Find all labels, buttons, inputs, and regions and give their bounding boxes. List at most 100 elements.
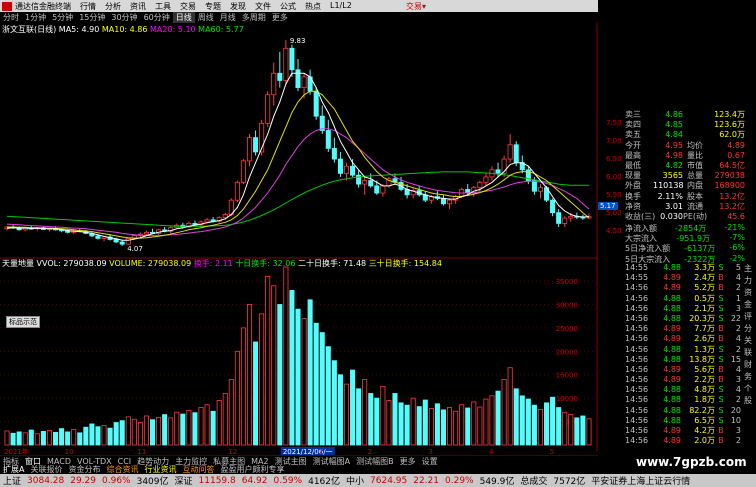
volume-bar[interactable] [180,413,186,446]
volume-bar[interactable] [253,341,259,446]
volume-bar[interactable] [574,417,580,446]
candle-body[interactable] [283,47,289,81]
volume-bar[interactable] [198,407,204,446]
volume-bar[interactable] [95,426,101,446]
volume-bar[interactable] [307,299,313,446]
right-tab-8[interactable]: 财 [740,359,756,371]
extension-tab-2[interactable]: 资金分布 [65,465,103,474]
tick-row[interactable]: 14:56 4.89 5.6万 B 4 [625,365,743,375]
tick-row[interactable]: 14:56 4.89 5.2万 B 2 [625,283,743,293]
volume-bar[interactable] [525,398,531,446]
volume-bar[interactable] [259,313,265,446]
volume-bar[interactable] [113,422,119,446]
volume-bar[interactable] [295,308,301,446]
volume-bar[interactable] [440,409,447,446]
candle-body[interactable] [537,187,543,192]
volume-bar[interactable] [59,428,65,446]
volume-bar[interactable] [16,431,22,446]
volume-bar[interactable] [537,408,543,446]
candle-body[interactable] [562,217,568,224]
tick-row[interactable]: 14:56 4.89 4.2万 B 3 [625,426,743,436]
tick-list[interactable]: 14:55 4.88 3.3万 S 5 14:55 4.89 2.4万 B 4 14:56 4.89 5… [625,263,743,446]
candle-body[interactable] [95,235,101,239]
menu-item-3[interactable]: 工具 [155,1,180,12]
volume-bar[interactable] [386,400,392,446]
right-tab-11[interactable]: 股 [740,395,756,407]
volume-bar[interactable] [447,407,453,446]
volume-bar[interactable] [216,400,222,446]
menu-item-0[interactable]: 行情 [80,1,105,12]
volume-bar[interactable] [350,369,356,446]
volume-bar[interactable] [586,418,592,446]
volume-bar[interactable] [544,402,550,446]
volume-bar[interactable] [380,386,386,446]
volume-bar[interactable] [77,432,83,446]
volume-bar[interactable] [343,383,350,446]
candle-body[interactable] [556,212,562,224]
menu-item-4[interactable]: 交易 [180,1,205,12]
volume-bar[interactable] [325,346,331,446]
candle-body[interactable] [343,165,350,174]
volume-bar[interactable] [10,432,16,446]
candle-body[interactable] [374,185,380,194]
volume-bar[interactable] [222,393,228,446]
volume-bar[interactable] [125,416,131,446]
volume-bar[interactable] [531,404,537,446]
candle-body[interactable] [531,180,537,192]
volume-bar[interactable] [489,395,495,446]
volume-bar[interactable] [398,402,404,446]
volume-bar[interactable] [71,429,77,446]
volume-bar[interactable] [550,396,556,446]
volume-bar[interactable] [168,417,174,446]
volume-bar[interactable] [4,430,10,446]
right-tab-9[interactable]: 务 [740,371,756,383]
volume-bar[interactable] [319,332,325,446]
volume-bar[interactable] [53,431,59,446]
volume-bar[interactable] [568,414,574,446]
volume-bar[interactable] [156,416,162,446]
volume-bar[interactable] [404,404,410,446]
volume-bar[interactable] [513,388,519,446]
candle-body[interactable] [440,197,447,205]
candle-body[interactable] [265,94,271,124]
tick-row[interactable]: 14:56 4.88 4.8万 S 4 [625,385,743,395]
tick-row[interactable]: 14:56 4.89 2.6万 B 4 [625,334,743,344]
broker-menu[interactable]: 交易▾ [406,1,426,12]
volume-bar[interactable] [283,266,289,446]
candle-body[interactable] [113,239,119,243]
candle-body[interactable] [277,72,283,81]
volume-bar[interactable] [246,304,253,446]
volume-bar[interactable] [83,426,89,446]
tick-row[interactable]: 14:56 4.89 7.7万 B 2 [625,324,743,334]
volume-bar[interactable] [416,406,422,446]
menu-item-1[interactable]: 分析 [105,1,130,12]
candle-body[interactable] [295,69,301,89]
volume-bar[interactable] [580,415,586,446]
candle-body[interactable] [271,72,277,96]
volume-bar[interactable] [228,379,234,446]
volume-bar[interactable] [356,388,362,446]
volume-bar[interactable] [162,414,168,446]
volume-bar[interactable] [337,374,343,446]
candle-body[interactable] [234,181,240,201]
candle-body[interactable] [337,158,343,174]
right-tab-2[interactable]: 资 [740,287,756,299]
volume-bar[interactable] [174,411,180,446]
candle-body[interactable] [362,180,368,185]
volume-bar[interactable] [143,415,149,446]
volume-bar[interactable] [131,418,137,446]
tick-row[interactable]: 14:56 4.88 6.5万 S 10 [625,416,743,426]
extension-tab-3[interactable]: 综合资讯 [103,465,141,474]
volume-bar[interactable] [374,397,380,446]
volume-bar[interactable] [149,419,156,446]
menu-item-5[interactable]: 专题 [205,1,230,12]
volume-bar[interactable] [40,431,46,446]
volume-bar[interactable] [362,379,368,446]
tick-row[interactable]: 14:56 4.89 2.2万 B 3 [625,375,743,385]
volume-bar[interactable] [392,393,398,446]
volume-bar[interactable] [368,393,374,446]
volume-bar[interactable] [459,404,465,446]
menu-item-8[interactable]: 公式 [280,1,305,12]
volume-bar[interactable] [301,318,307,446]
sz-index-label[interactable]: 深证 [172,474,196,487]
